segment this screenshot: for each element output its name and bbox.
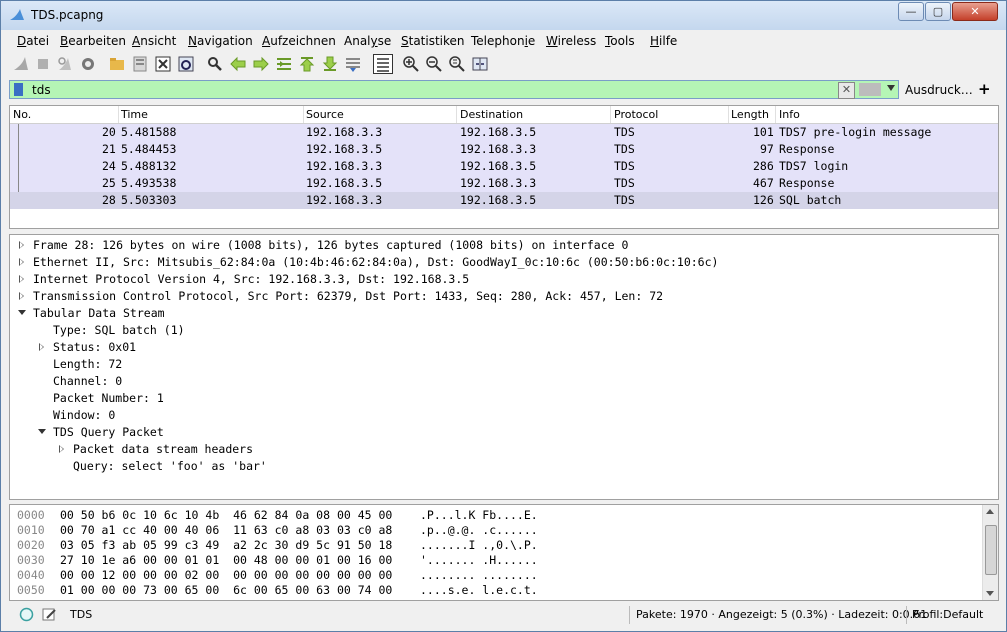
close-button[interactable]: ✕ bbox=[952, 2, 998, 21]
status-profile[interactable]: Profil:Default bbox=[912, 608, 983, 621]
expression-button[interactable]: Ausdruck… bbox=[905, 83, 973, 97]
wireshark-window: TDS.pcapng — ▢ ✕ Datei Bearbeiten Ansich… bbox=[0, 0, 1007, 632]
go-forward-arrow-icon[interactable] bbox=[252, 55, 272, 75]
go-to-packet-icon[interactable] bbox=[275, 55, 295, 75]
capture-options-gear-icon[interactable] bbox=[79, 55, 99, 75]
column-length[interactable]: Length bbox=[731, 108, 769, 121]
menu-tools[interactable]: Tools bbox=[605, 34, 635, 48]
add-filter-button[interactable]: + bbox=[978, 80, 991, 98]
column-protocol[interactable]: Protocol bbox=[614, 108, 658, 121]
menu-bearbeiten[interactable]: Bearbeiten bbox=[60, 34, 126, 48]
minimize-button[interactable]: — bbox=[898, 2, 924, 21]
status-profile-text: TDS bbox=[70, 608, 93, 621]
window-title: TDS.pcapng bbox=[31, 8, 104, 22]
zoom-out-icon[interactable] bbox=[425, 55, 445, 75]
auto-scroll-icon[interactable] bbox=[344, 55, 364, 75]
display-filter-bar: tds ✕ Ausdruck… + bbox=[9, 80, 999, 101]
tree-item-type[interactable]: Type: SQL batch (1) bbox=[53, 323, 185, 337]
menu-analyse[interactable]: Analyse bbox=[344, 34, 391, 48]
packet-details-tree: Frame 28: 126 bytes on wire (1008 bits),… bbox=[9, 234, 999, 500]
hex-row[interactable]: 0000 00 50 b6 0c 10 6c 10 4b 46 62 84 0a … bbox=[10, 508, 980, 523]
open-file-folder-icon[interactable] bbox=[108, 55, 128, 75]
restart-capture-icon[interactable] bbox=[56, 55, 76, 75]
filter-text[interactable]: tds bbox=[32, 83, 51, 97]
column-no[interactable]: No. bbox=[13, 108, 31, 121]
menu-hilfe[interactable]: Hilfe bbox=[650, 34, 677, 48]
scroll-up-arrow-icon[interactable] bbox=[986, 509, 994, 514]
status-bar: TDS Pakete: 1970 · Angezeigt: 5 (0.3%) ·… bbox=[9, 604, 999, 626]
apply-filter-arrow-icon[interactable] bbox=[859, 83, 881, 96]
scrollbar-thumb[interactable] bbox=[985, 525, 997, 575]
tree-item-query-packet[interactable]: TDS Query Packet bbox=[53, 425, 164, 439]
menu-navigation[interactable]: Navigation bbox=[188, 34, 253, 48]
tree-item-packet-number[interactable]: Packet Number: 1 bbox=[53, 391, 164, 405]
normal-size-icon[interactable] bbox=[448, 55, 468, 75]
status-packets: Pakete: 1970 · Angezeigt: 5 (0.3%) · Lad… bbox=[636, 608, 928, 621]
reload-file-icon[interactable] bbox=[177, 55, 197, 75]
capture-comment-pencil-icon[interactable] bbox=[42, 607, 57, 622]
hex-row[interactable]: 0010 00 70 a1 cc 40 00 40 06 11 63 c0 a8 … bbox=[10, 523, 980, 538]
column-info[interactable]: Info bbox=[779, 108, 800, 121]
tree-item-ip[interactable]: Internet Protocol Version 4, Src: 192.16… bbox=[33, 272, 469, 286]
colorize-list-icon[interactable] bbox=[373, 54, 393, 74]
collapse-arrow-icon[interactable] bbox=[38, 429, 46, 434]
start-capture-fin-icon[interactable] bbox=[12, 55, 32, 75]
filter-bookmark-icon[interactable] bbox=[14, 83, 23, 96]
first-packet-arrow-icon[interactable] bbox=[298, 55, 318, 75]
tree-item-frame[interactable]: Frame 28: 126 bytes on wire (1008 bits),… bbox=[33, 238, 628, 252]
menu-datei[interactable]: Datei bbox=[17, 34, 49, 48]
packet-row-selected[interactable]: 28 5.503303 192.168.3.3 192.168.3.5 TDS … bbox=[10, 192, 998, 209]
packet-list: No. Time Source Destination Protocol Len… bbox=[9, 105, 999, 229]
expert-info-status-icon[interactable] bbox=[19, 607, 34, 622]
tree-item-query[interactable]: Query: select 'foo' as 'bar' bbox=[73, 459, 267, 473]
menu-statistiken[interactable]: Statistiken bbox=[401, 34, 465, 48]
save-file-icon[interactable] bbox=[131, 55, 151, 75]
maximize-button[interactable]: ▢ bbox=[925, 2, 951, 21]
menu-ansicht[interactable]: Ansicht bbox=[132, 34, 176, 48]
menu-wireless[interactable]: Wireless bbox=[546, 34, 596, 48]
packet-row[interactable]: 25 5.493538 192.168.3.5 192.168.3.3 TDS … bbox=[10, 175, 998, 192]
packet-list-header: No. Time Source Destination Protocol Len… bbox=[10, 106, 998, 124]
main-toolbar bbox=[9, 53, 999, 77]
packet-row[interactable]: 21 5.484453 192.168.3.5 192.168.3.3 TDS … bbox=[10, 141, 998, 158]
tree-item-length[interactable]: Length: 72 bbox=[53, 357, 122, 371]
tree-item-ethernet[interactable]: Ethernet II, Src: Mitsubis_62:84:0a (10:… bbox=[33, 255, 718, 269]
packet-bytes-pane: 0000 00 50 b6 0c 10 6c 10 4b 46 62 84 0a … bbox=[9, 504, 999, 601]
tree-item-status[interactable]: Status: 0x01 bbox=[53, 340, 136, 354]
close-file-icon[interactable] bbox=[154, 55, 174, 75]
column-time[interactable]: Time bbox=[121, 108, 148, 121]
tree-item-channel[interactable]: Channel: 0 bbox=[53, 374, 122, 388]
tree-item-window[interactable]: Window: 0 bbox=[53, 408, 115, 422]
column-destination[interactable]: Destination bbox=[460, 108, 523, 121]
find-packet-magnifier-icon[interactable] bbox=[206, 55, 226, 75]
tree-item-tds[interactable]: Tabular Data Stream bbox=[33, 306, 165, 320]
clear-filter-icon[interactable]: ✕ bbox=[838, 82, 855, 99]
hex-row[interactable]: 0040 00 00 12 00 00 00 02 00 00 00 00 00 … bbox=[10, 568, 980, 583]
packet-row[interactable]: 24 5.488132 192.168.3.3 192.168.3.5 TDS … bbox=[10, 158, 998, 175]
resize-columns-icon[interactable] bbox=[471, 55, 491, 75]
scroll-down-arrow-icon[interactable] bbox=[986, 591, 994, 596]
hex-row[interactable]: 0050 01 00 00 00 73 00 65 00 6c 00 65 00 … bbox=[10, 583, 980, 598]
menu-telephonie[interactable]: Telephonie bbox=[471, 34, 535, 48]
title-bar: TDS.pcapng — ▢ ✕ bbox=[1, 1, 1006, 30]
display-filter-input[interactable]: tds ✕ bbox=[9, 80, 899, 99]
packet-row[interactable]: 20 5.481588 192.168.3.3 192.168.3.5 TDS … bbox=[10, 124, 998, 141]
go-back-arrow-icon[interactable] bbox=[229, 55, 249, 75]
last-packet-arrow-icon[interactable] bbox=[321, 55, 341, 75]
menu-aufzeichnen[interactable]: Aufzeichnen bbox=[262, 34, 336, 48]
tree-item-tcp[interactable]: Transmission Control Protocol, Src Port:… bbox=[33, 289, 663, 303]
menu-bar: Datei Bearbeiten Ansicht Navigation Aufz… bbox=[9, 32, 999, 52]
stop-capture-icon[interactable] bbox=[34, 55, 54, 75]
hex-row[interactable]: 0020 03 05 f3 ab 05 99 c3 49 a2 2c 30 d9 … bbox=[10, 538, 980, 553]
column-source[interactable]: Source bbox=[306, 108, 344, 121]
hex-scrollbar[interactable] bbox=[982, 505, 998, 600]
wireshark-fin-icon bbox=[10, 9, 24, 20]
zoom-in-icon[interactable] bbox=[402, 55, 422, 75]
tree-item-stream-headers[interactable]: Packet data stream headers bbox=[73, 442, 253, 456]
collapse-arrow-icon[interactable] bbox=[18, 310, 26, 315]
hex-row[interactable]: 0030 27 10 1e a6 00 00 01 01 00 48 00 00 … bbox=[10, 553, 980, 568]
filter-history-dropdown-icon[interactable] bbox=[887, 85, 895, 91]
